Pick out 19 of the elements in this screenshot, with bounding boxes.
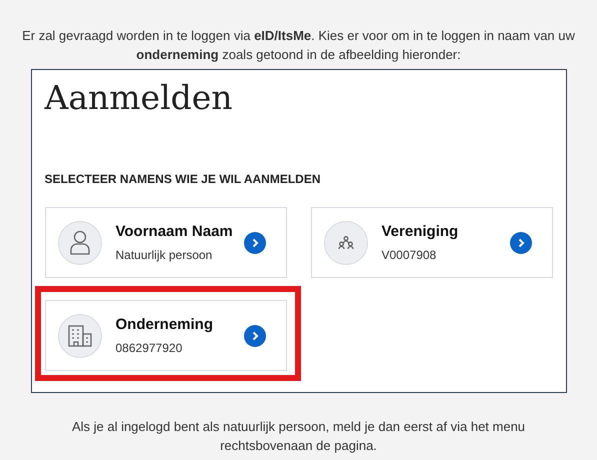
account-card[interactable]: Voornaam Naam Natuurlijk persoon: [44, 207, 286, 278]
account-name: Voornaam Naam: [116, 222, 234, 242]
page-title: Aanmelden: [44, 78, 234, 118]
account-card[interactable]: Vereniging V0007908: [310, 207, 552, 278]
account-detail: V0007908: [382, 246, 438, 264]
chevron-right-icon[interactable]: [244, 324, 266, 346]
account-name: Vereniging: [382, 222, 460, 242]
note-text: Als je al ingelogd bent als natuurlijk persoon, meld je dan eerst af via het menu rechtsbovenaan de pagina.: [70, 418, 526, 455]
group-icon: [336, 236, 354, 250]
chevron-right-icon[interactable]: [244, 232, 266, 254]
account-detail: 0862977920: [116, 340, 184, 357]
account-name: Onderneming: [116, 315, 214, 336]
person-icon: [70, 230, 90, 256]
chevron-right-icon[interactable]: [510, 232, 532, 254]
intro-text: Er zal gevraagd worden in te loggen via eID/ItsMe. Kies er voor om in te loggen in naam van uw onderneming zoals getoond in de afbeelding hieronder:: [21, 27, 576, 64]
account-detail: Natuurlijk persoon: [116, 246, 214, 264]
building-icon: [68, 324, 92, 346]
account-card[interactable]: Onderneming 0862977920: [44, 300, 286, 371]
section-heading: SELECTEER NAMENS WIE JE WIL AANMELDEN: [44, 171, 322, 188]
